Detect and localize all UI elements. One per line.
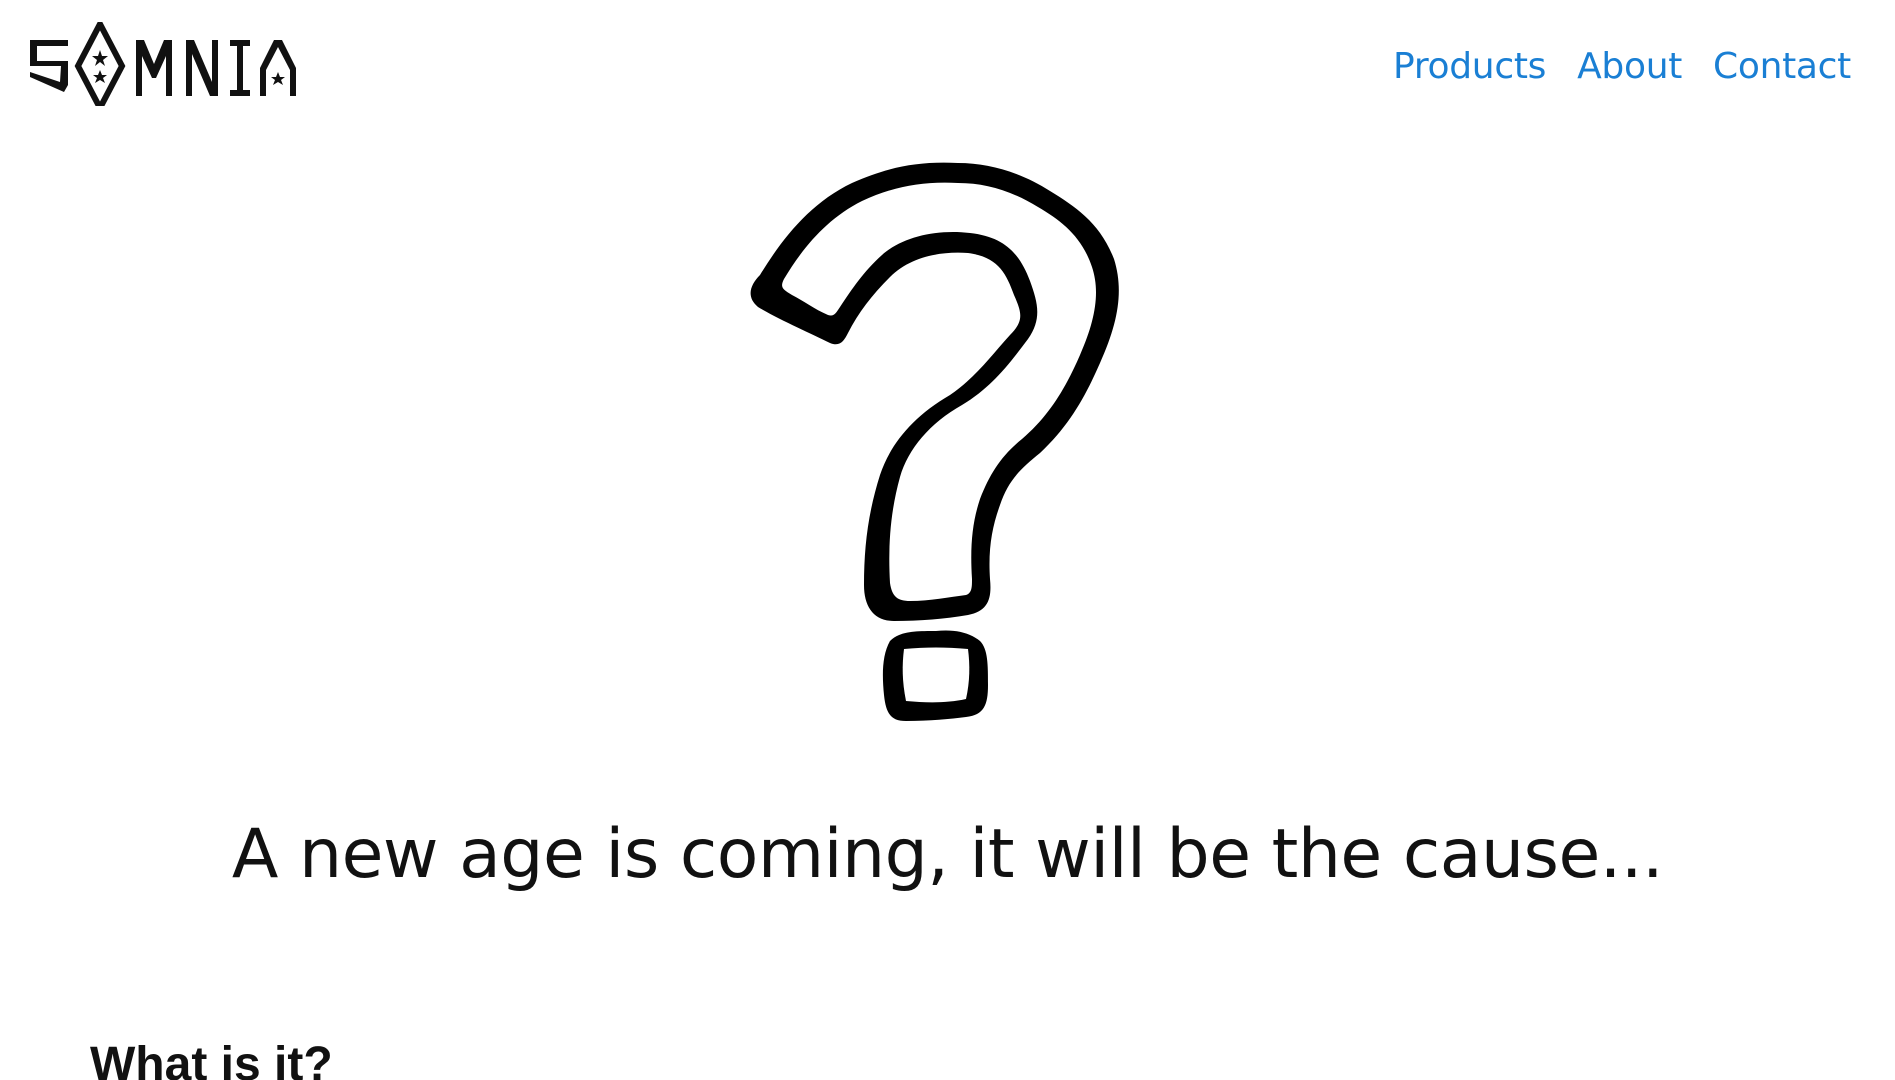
nav-link-about[interactable]: About — [1577, 44, 1682, 90]
question-mark-icon — [750, 162, 1119, 721]
page: Products About Contact A new age is comi… — [0, 0, 1895, 1080]
somnia-logo[interactable] — [28, 22, 313, 106]
section-heading: What is it? — [90, 1038, 333, 1080]
hero-tagline: A new age is coming, it will be the caus… — [231, 815, 1664, 894]
nav-link-products[interactable]: Products — [1393, 44, 1546, 90]
hero-image — [740, 155, 1160, 730]
main-nav: Products About Contact — [1393, 44, 1851, 90]
nav-link-contact[interactable]: Contact — [1713, 44, 1851, 90]
logo-icon — [30, 22, 296, 106]
